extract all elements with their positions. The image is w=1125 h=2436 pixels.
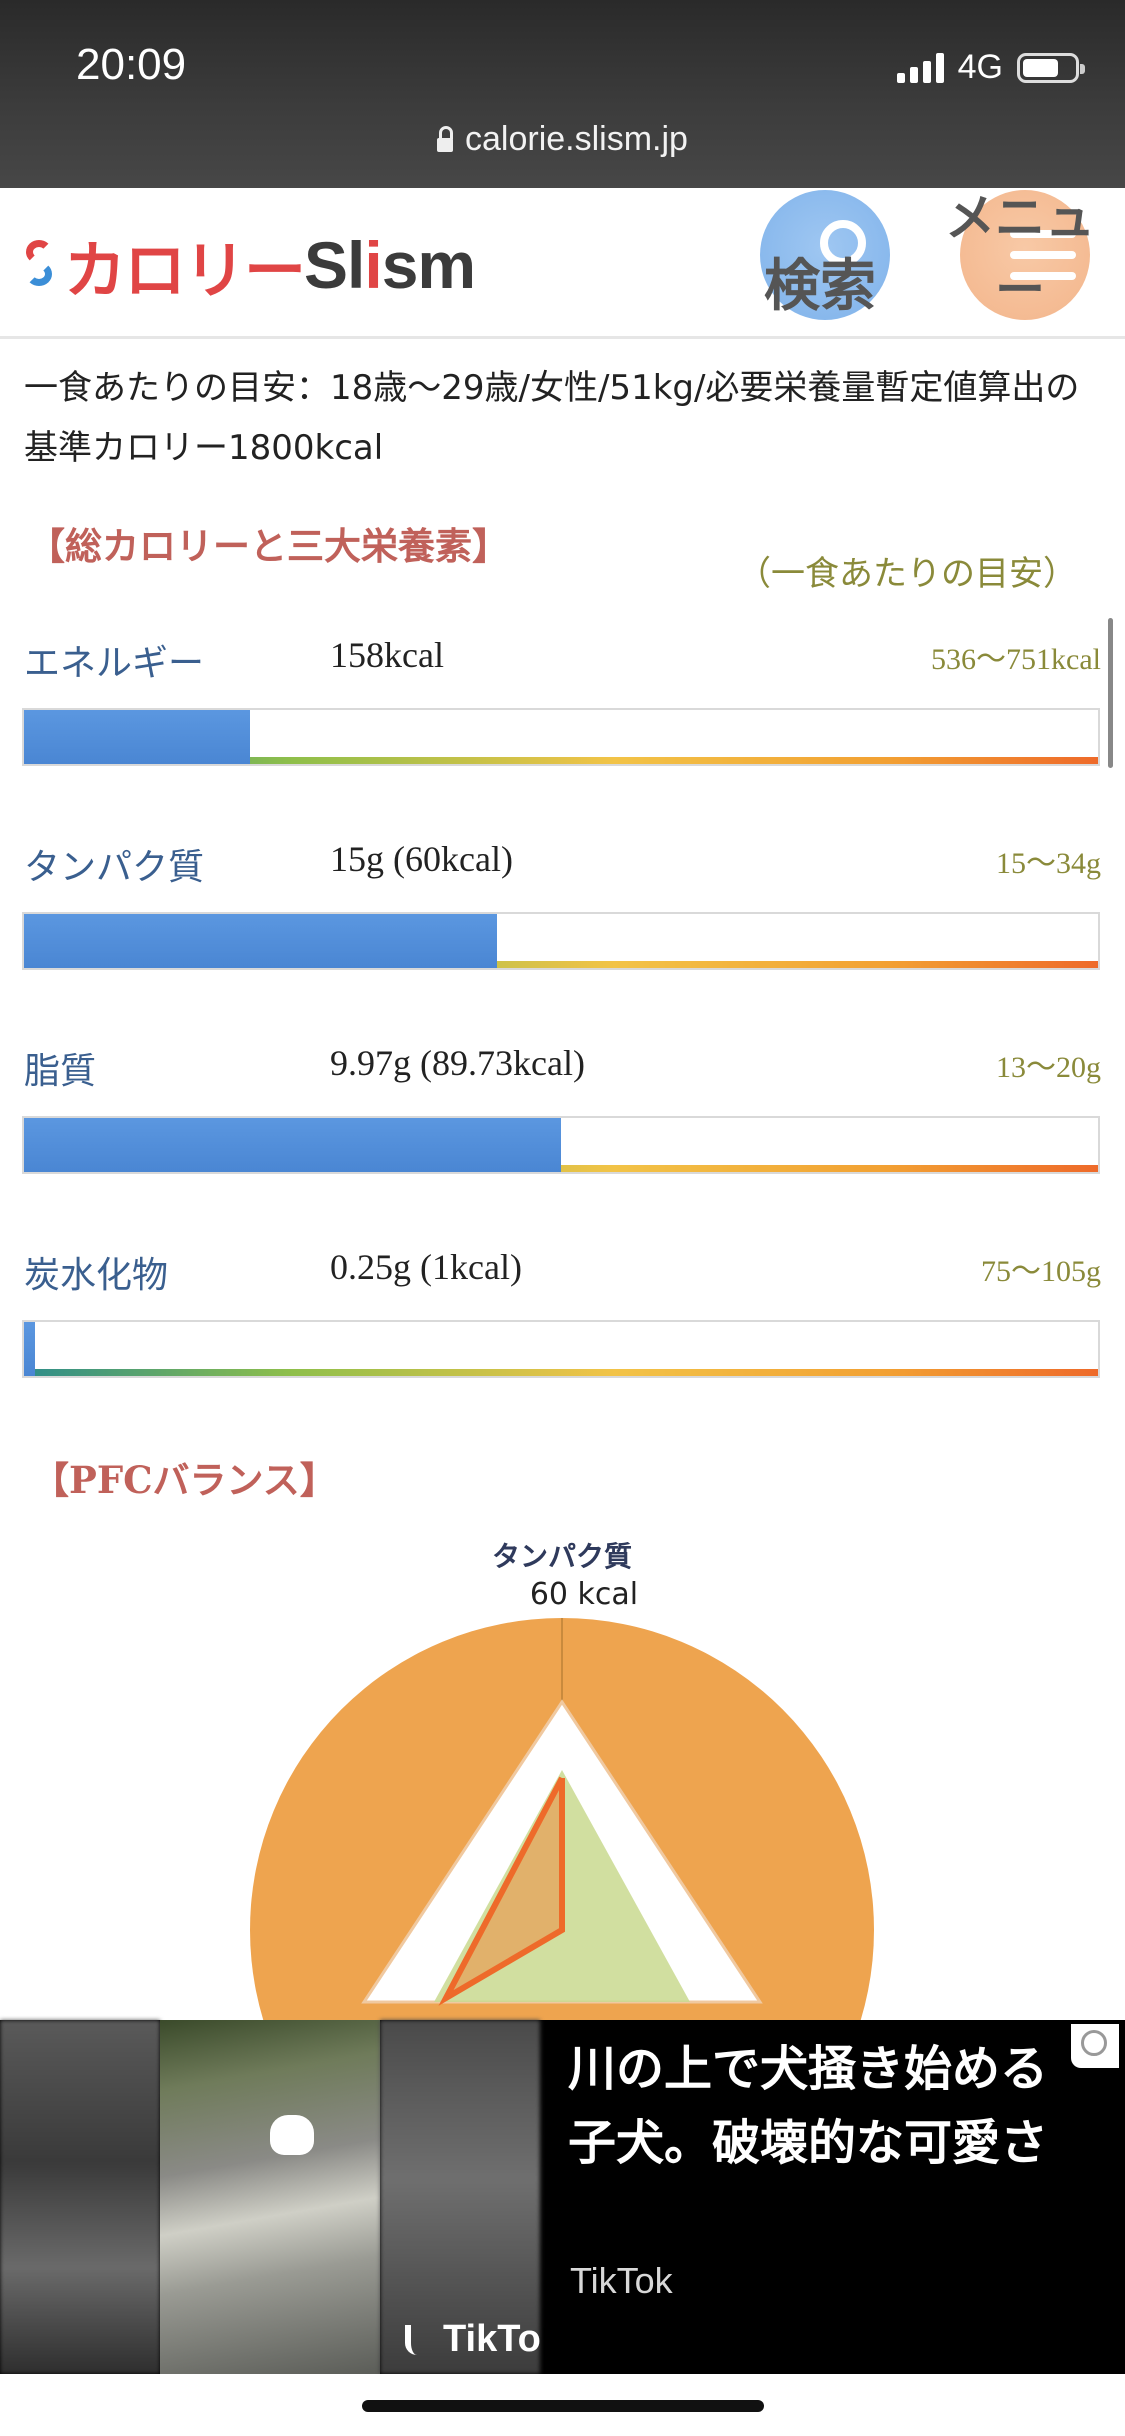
status-icons: 4G xyxy=(896,48,1085,87)
lock-icon xyxy=(437,126,454,152)
tiktok-note-icon xyxy=(405,2325,437,2355)
battery-icon xyxy=(1017,52,1085,83)
logo-text-ja: カロリー xyxy=(64,237,306,306)
nutrient-value: 0.25g (1kcal) xyxy=(330,1247,522,1287)
status-time: 20:09 xyxy=(76,40,187,89)
nutrient-value: 158kcal xyxy=(330,635,444,675)
site-logo[interactable]: カロリー Slism xyxy=(22,220,476,310)
nutrient-name: エネルギー xyxy=(24,643,205,683)
section-note: （一食あたりの目安） xyxy=(737,556,1077,593)
pfc-protein-label: タンパク質 xyxy=(492,1540,632,1573)
search-label: 検索 xyxy=(764,254,876,319)
nutrient-value: 9.97g (89.73kcal) xyxy=(330,1043,585,1083)
ad-thumbnail-left xyxy=(0,2020,160,2374)
nutrient-bar xyxy=(22,1116,1100,1174)
ad-banner[interactable]: TikTok 川の上で犬掻き始める子犬。破壊的な可愛さ TikTok xyxy=(0,2020,1125,2374)
search-button[interactable]: 検索 xyxy=(740,190,900,336)
ad-headline[interactable]: 川の上で犬掻き始める子犬。破壊的な可愛さ xyxy=(568,2032,1068,2180)
tiktok-logo: TikTok xyxy=(405,2318,540,2361)
network-type: 4G xyxy=(957,48,1003,86)
nutrient-range: 75〜105g xyxy=(981,1255,1101,1288)
nutrient-name: 炭水化物 xyxy=(24,1255,169,1295)
logo-mark-icon xyxy=(22,234,58,296)
serving-guideline-text: 一食あたりの目安：18歳〜29歳/女性/51kg/必要栄養量暫定値算出の基準カロ… xyxy=(24,368,1080,468)
pfc-radar-svg: タンパク質 60 kcal xyxy=(250,1540,874,2020)
signal-icon xyxy=(896,52,944,83)
menu-button[interactable]: メニュー xyxy=(940,189,1100,336)
logo-text-en: Slism xyxy=(304,228,476,302)
home-indicator[interactable] xyxy=(362,2400,764,2412)
nutrient-bar xyxy=(22,1320,1100,1378)
site-header: カロリー Slism 検索 メニュー xyxy=(0,189,1125,339)
nutrient-row-energy: エネルギー 158kcal 536〜751kcal xyxy=(0,634,1125,784)
browser-top-bar: 20:09 4G calorie.slism.jp xyxy=(0,0,1125,188)
nutrient-value: 15g (60kcal) xyxy=(330,839,513,879)
nutrient-range: 15〜34g xyxy=(996,847,1101,880)
nutrient-range: 13〜20g xyxy=(996,1051,1101,1084)
nutrient-range: 536〜751kcal xyxy=(931,643,1101,676)
ad-source: TikTok xyxy=(570,2260,673,2301)
nutrient-name: タンパク質 xyxy=(24,847,205,887)
ad-info-icon[interactable] xyxy=(1071,2024,1119,2068)
nutrient-bar xyxy=(22,912,1100,970)
nutrient-row-protein: タンパク質 15g (60kcal) 15〜34g xyxy=(0,838,1125,988)
section-title-calories: 【総カロリーと三大栄養素】 xyxy=(28,524,509,568)
nutrient-bar xyxy=(22,708,1100,766)
menu-label: メニュー xyxy=(945,189,1095,319)
section-title-pfc: 【PFCバランス】 xyxy=(32,1458,337,1502)
nutrient-row-carbohydrate: 炭水化物 0.25g (1kcal) 75〜105g xyxy=(0,1246,1125,1396)
pfc-balance-chart: タンパク質 60 kcal xyxy=(0,1530,1125,2020)
nutrient-name: 脂質 xyxy=(24,1051,97,1091)
nutrient-row-fat: 脂質 9.97g (89.73kcal) 13〜20g xyxy=(0,1042,1125,1192)
ad-thumbnail xyxy=(160,2020,380,2374)
address-bar[interactable]: calorie.slism.jp xyxy=(0,120,1125,159)
pfc-protein-value: 60 kcal xyxy=(530,1577,638,1612)
url-text: calorie.slism.jp xyxy=(465,120,688,158)
